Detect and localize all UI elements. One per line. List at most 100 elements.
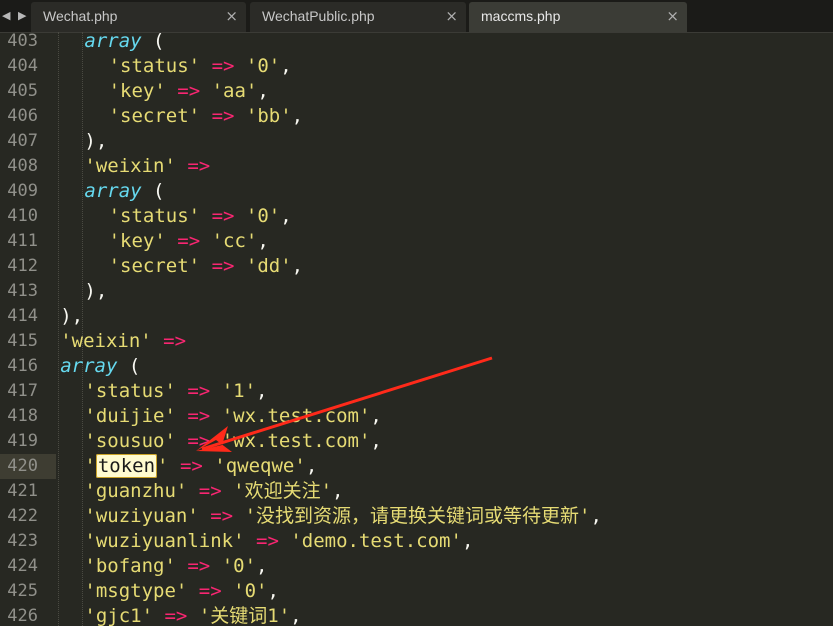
line-number: 407: [7, 131, 38, 151]
punctuation-token: ),: [84, 130, 108, 152]
code-line[interactable]: array (: [84, 179, 164, 204]
operator-token: =>: [210, 505, 234, 527]
line-number: 421: [7, 481, 38, 501]
line-number: 409: [7, 181, 38, 201]
tab-scroll-arrows[interactable]: ◀ ▶: [0, 0, 32, 32]
string-token: 'bb': [245, 105, 292, 127]
code-line[interactable]: array (: [60, 354, 140, 379]
string-token: '欢迎关注': [233, 480, 333, 502]
close-icon[interactable]: ×: [445, 7, 458, 25]
keyword-token: array: [84, 180, 142, 202]
code-line[interactable]: 'msgtype' => '0',: [84, 579, 279, 604]
code-line[interactable]: ),: [84, 129, 107, 154]
code-editor[interactable]: 403 404 405 406 407 408 409 410 411 412 413 414 415 4…: [0, 32, 833, 626]
punctuation-token: ,: [305, 455, 318, 477]
punctuation-token: [200, 55, 211, 77]
string-token: 'aa': [211, 80, 258, 102]
line-number: 418: [7, 406, 38, 426]
punctuation-token: ,: [370, 405, 382, 427]
code-line[interactable]: 'bofang' => '0',: [84, 554, 267, 579]
operator-token: =>: [198, 480, 222, 502]
punctuation-token: [210, 405, 221, 427]
code-line[interactable]: 'status' => '0',: [109, 204, 292, 229]
punctuation-token: [234, 105, 245, 127]
line-number: 408: [7, 156, 38, 176]
punctuation-token: [234, 55, 245, 77]
keyword-token: array: [84, 32, 142, 52]
punctuation-token: ,: [257, 230, 269, 252]
code-line[interactable]: 'wuziyuan' => '没找到资源，请更换关键词或等待更新',: [84, 504, 602, 529]
string-token: ': [157, 455, 169, 477]
string-token: 'wuziyuan': [84, 505, 199, 527]
string-token: '0': [233, 580, 268, 602]
line-number: 416: [7, 356, 38, 376]
punctuation-token: [210, 555, 221, 577]
line-number: 417: [7, 381, 38, 401]
indent-guide: [58, 32, 60, 626]
code-line[interactable]: 'weixin' =>: [60, 329, 186, 354]
punctuation-token: [200, 230, 211, 252]
punctuation-token: (: [141, 180, 165, 202]
line-number: 404: [7, 56, 38, 76]
code-line[interactable]: 'duijie' => 'wx.test.com',: [84, 404, 381, 429]
code-line[interactable]: 'key' => 'aa',: [109, 79, 269, 104]
line-number: 420: [7, 456, 38, 476]
operator-token: =>: [177, 230, 201, 252]
string-token: '0': [245, 55, 281, 77]
string-token: 'gjc1': [84, 605, 154, 626]
code-line[interactable]: 'sousuo' => 'wx.test.com',: [84, 429, 381, 454]
tab-label: maccms.php: [481, 8, 561, 24]
line-number: 415: [7, 331, 38, 351]
code-line[interactable]: 'guanzhu' => '欢迎关注',: [84, 479, 343, 504]
tab-maccms[interactable]: maccms.php ×: [469, 2, 687, 32]
code-line[interactable]: 'status' => '0',: [109, 54, 292, 79]
code-line[interactable]: 'key' => 'cc',: [109, 229, 269, 254]
punctuation-token: [200, 105, 211, 127]
operator-token: =>: [177, 80, 201, 102]
punctuation-token: [176, 155, 187, 177]
punctuation-token: ),: [84, 280, 108, 302]
code-line[interactable]: ),: [60, 304, 83, 329]
operator-token: =>: [179, 455, 203, 477]
code-line[interactable]: 'status' => '1',: [84, 379, 267, 404]
punctuation-token: ,: [291, 255, 304, 277]
punctuation-token: [210, 430, 221, 452]
punctuation-token: [153, 605, 164, 626]
string-token: '0': [245, 205, 281, 227]
punctuation-token: [279, 530, 290, 552]
close-icon[interactable]: ×: [666, 7, 679, 25]
punctuation-token: ,: [256, 380, 268, 402]
tab-wechatpublic[interactable]: WechatPublic.php ×: [250, 2, 466, 32]
string-token: ': [84, 455, 96, 477]
string-token: 'bofang': [84, 555, 176, 577]
operator-token: =>: [211, 205, 235, 227]
close-icon[interactable]: ×: [225, 7, 238, 25]
punctuation-token: [222, 580, 233, 602]
string-token: 'demo.test.com': [290, 530, 462, 552]
string-token: 'dd': [245, 255, 292, 277]
line-number: 410: [7, 206, 38, 226]
code-line[interactable]: 'gjc1' => '关键词1',: [84, 604, 301, 626]
string-token: 'status': [84, 380, 176, 402]
string-token: 'qweqwe': [214, 455, 306, 477]
tab-label: Wechat.php: [43, 8, 118, 24]
code-line[interactable]: array (: [84, 32, 164, 54]
code-line[interactable]: ),: [84, 279, 107, 304]
line-number: 413: [7, 281, 38, 301]
punctuation-token: [234, 205, 245, 227]
punctuation-token: [234, 255, 245, 277]
code-line[interactable]: 'wuziyuanlink' => 'demo.test.com',: [84, 529, 473, 554]
string-token: 'duijie': [84, 405, 176, 427]
string-token: 'secret': [108, 105, 201, 127]
operator-token: =>: [198, 580, 222, 602]
code-line[interactable]: 'secret' => 'bb',: [109, 104, 304, 129]
operator-token: =>: [187, 430, 211, 452]
tab-wechat[interactable]: Wechat.php ×: [31, 2, 246, 32]
code-line[interactable]: 'secret' => 'dd',: [109, 254, 304, 279]
code-line[interactable]: 'weixin' =>: [84, 154, 210, 179]
operator-token: =>: [211, 105, 235, 127]
line-number: 405: [7, 81, 38, 101]
code-line[interactable]: ' token ' => 'qweqwe',: [84, 454, 317, 479]
punctuation-token: [176, 430, 187, 452]
punctuation-token: [176, 380, 187, 402]
